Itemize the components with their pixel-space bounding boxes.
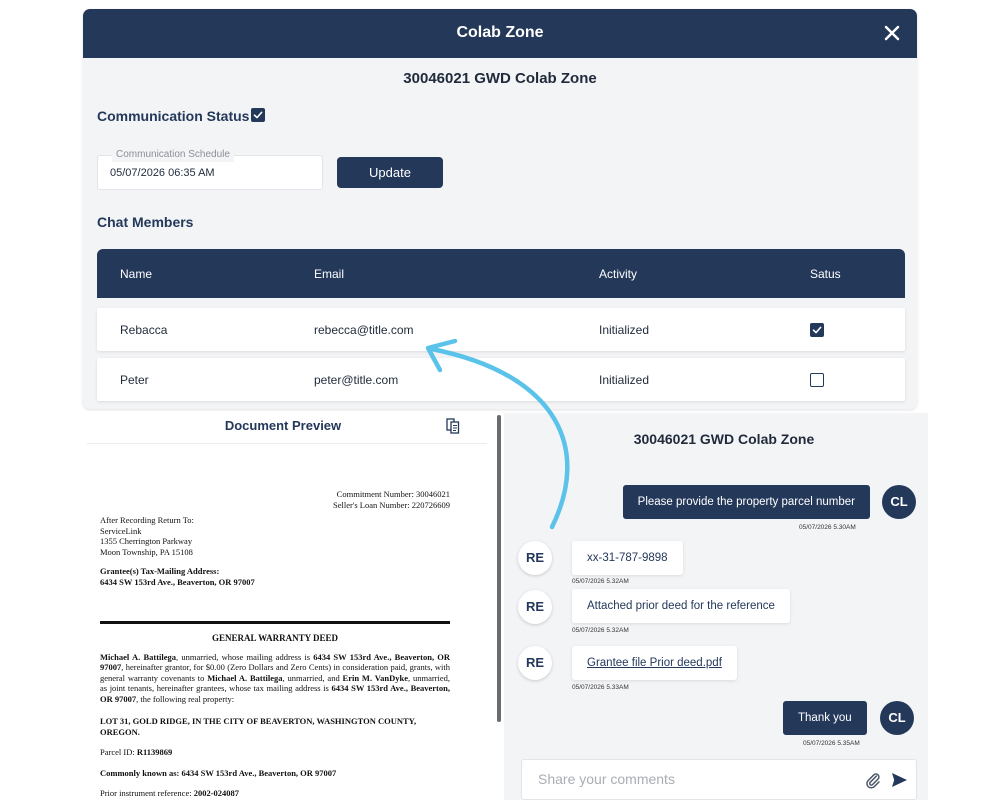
chat-message: Attached prior deed for the reference (572, 589, 790, 623)
avatar: RE (518, 646, 552, 680)
member-status-checkbox[interactable] (810, 373, 824, 387)
deed-document: Commitment Number: 30046021 Seller's Loa… (100, 489, 450, 799)
grantee-heading: Grantee(s) Tax-Mailing Address: (100, 566, 220, 576)
chat-panel: 30046021 GWD Colab Zone Please provide t… (504, 413, 928, 800)
avatar: RE (518, 590, 552, 624)
chat-title: 30046021 GWD Colab Zone (633, 431, 815, 447)
message-timestamp: 05/07/2026 5.30AM (799, 524, 856, 531)
modal-header: Colab Zone (83, 9, 917, 58)
member-email: peter@title.com (314, 373, 399, 387)
document-copy-icon[interactable] (446, 418, 460, 439)
return-to-line: ServiceLink (100, 525, 142, 536)
deed-title: GENERAL WARRANTY DEED (211, 633, 339, 643)
chat-members-label: Chat Members (97, 214, 194, 230)
table-row: Peter peter@title.com Initialized (97, 358, 905, 401)
chat-message: xx-31-787-9898 (572, 541, 683, 575)
parcel-id: Parcel ID: R1139869 (100, 747, 173, 757)
check-icon (812, 326, 822, 334)
communication-status-label: Communication Status (97, 108, 250, 124)
commonly-known-as: Commonly known as: 6434 SW 153rd Ave., B… (100, 767, 337, 778)
document-scrollbar[interactable] (497, 415, 501, 722)
check-icon (253, 111, 263, 119)
send-icon[interactable] (891, 772, 908, 793)
return-to-line: Moon Township, PA 15108 (100, 546, 193, 557)
colab-zone-modal: Colab Zone 30046021 GWD Colab Zone Commu… (83, 9, 917, 409)
message-timestamp: 05/07/2026 5.35AM (803, 740, 860, 747)
avatar: CL (880, 701, 914, 735)
attachment-link[interactable]: Grantee file Prior deed.pdf (572, 646, 737, 680)
members-table-header: Name Email Activity Satus (97, 249, 905, 298)
update-button[interactable]: Update (337, 157, 443, 188)
chat-message: Please provide the property parcel numbe… (622, 485, 870, 519)
avatar: CL (882, 485, 916, 519)
divider (87, 443, 487, 444)
deed-paragraph: Michael A. Battilega, unmarried, whose m… (100, 651, 451, 704)
comment-input[interactable] (538, 771, 838, 787)
seller-loan-number: Seller's Loan Number: 220726609 (333, 499, 450, 510)
column-header-email: Email (314, 267, 345, 281)
grantee-address: 6434 SW 153rd Ave., Beaverton, OR 97007 (100, 576, 255, 587)
document-preview-panel: Document Preview Commitment Number: 3004… (87, 411, 501, 800)
legal-description: LOT 31, GOLD RIDGE, IN THE CITY OF BEAVE… (100, 716, 417, 737)
attachment-icon[interactable] (865, 771, 881, 794)
column-header-name: Name (120, 267, 153, 281)
document-preview-title: Document Preview (224, 418, 342, 433)
member-name: Rebacca (120, 323, 168, 337)
member-activity: Initialized (599, 323, 650, 337)
chat-message: Thank you (783, 701, 867, 735)
communication-schedule-field[interactable]: Communication Schedule (97, 148, 323, 190)
message-timestamp: 05/07/2026 5.32AM (572, 578, 629, 585)
avatar: RE (518, 541, 552, 575)
column-header-status: Satus (810, 267, 841, 281)
communication-schedule-label: Communication Schedule (112, 148, 234, 162)
zone-title: 30046021 GWD Colab Zone (403, 70, 597, 87)
table-row: Rebacca rebecca@title.com Initialized (97, 308, 905, 351)
communication-schedule-input[interactable] (110, 167, 310, 179)
return-to-line: After Recording Return To: (100, 515, 194, 525)
commitment-number: Commitment Number: 30046021 (336, 489, 450, 499)
message-timestamp: 05/07/2026 5.32AM (572, 627, 629, 634)
modal-title: Colab Zone (456, 24, 544, 41)
message-timestamp: 05/07/2026 5.33AM (572, 684, 629, 691)
return-to-line: 1355 Cherrington Parkway (100, 536, 193, 546)
communication-status-checkbox[interactable] (251, 108, 265, 122)
member-activity: Initialized (599, 373, 650, 387)
close-icon (884, 25, 900, 41)
member-email: rebecca@title.com (314, 323, 414, 337)
member-name: Peter (120, 373, 149, 387)
close-button[interactable] (881, 22, 903, 44)
comment-composer (521, 759, 917, 800)
member-status-checkbox[interactable] (810, 323, 824, 337)
prior-instrument: Prior instrument reference: 2002-024087 (100, 788, 240, 798)
column-header-activity: Activity (599, 267, 638, 281)
deed-rule (100, 621, 450, 624)
